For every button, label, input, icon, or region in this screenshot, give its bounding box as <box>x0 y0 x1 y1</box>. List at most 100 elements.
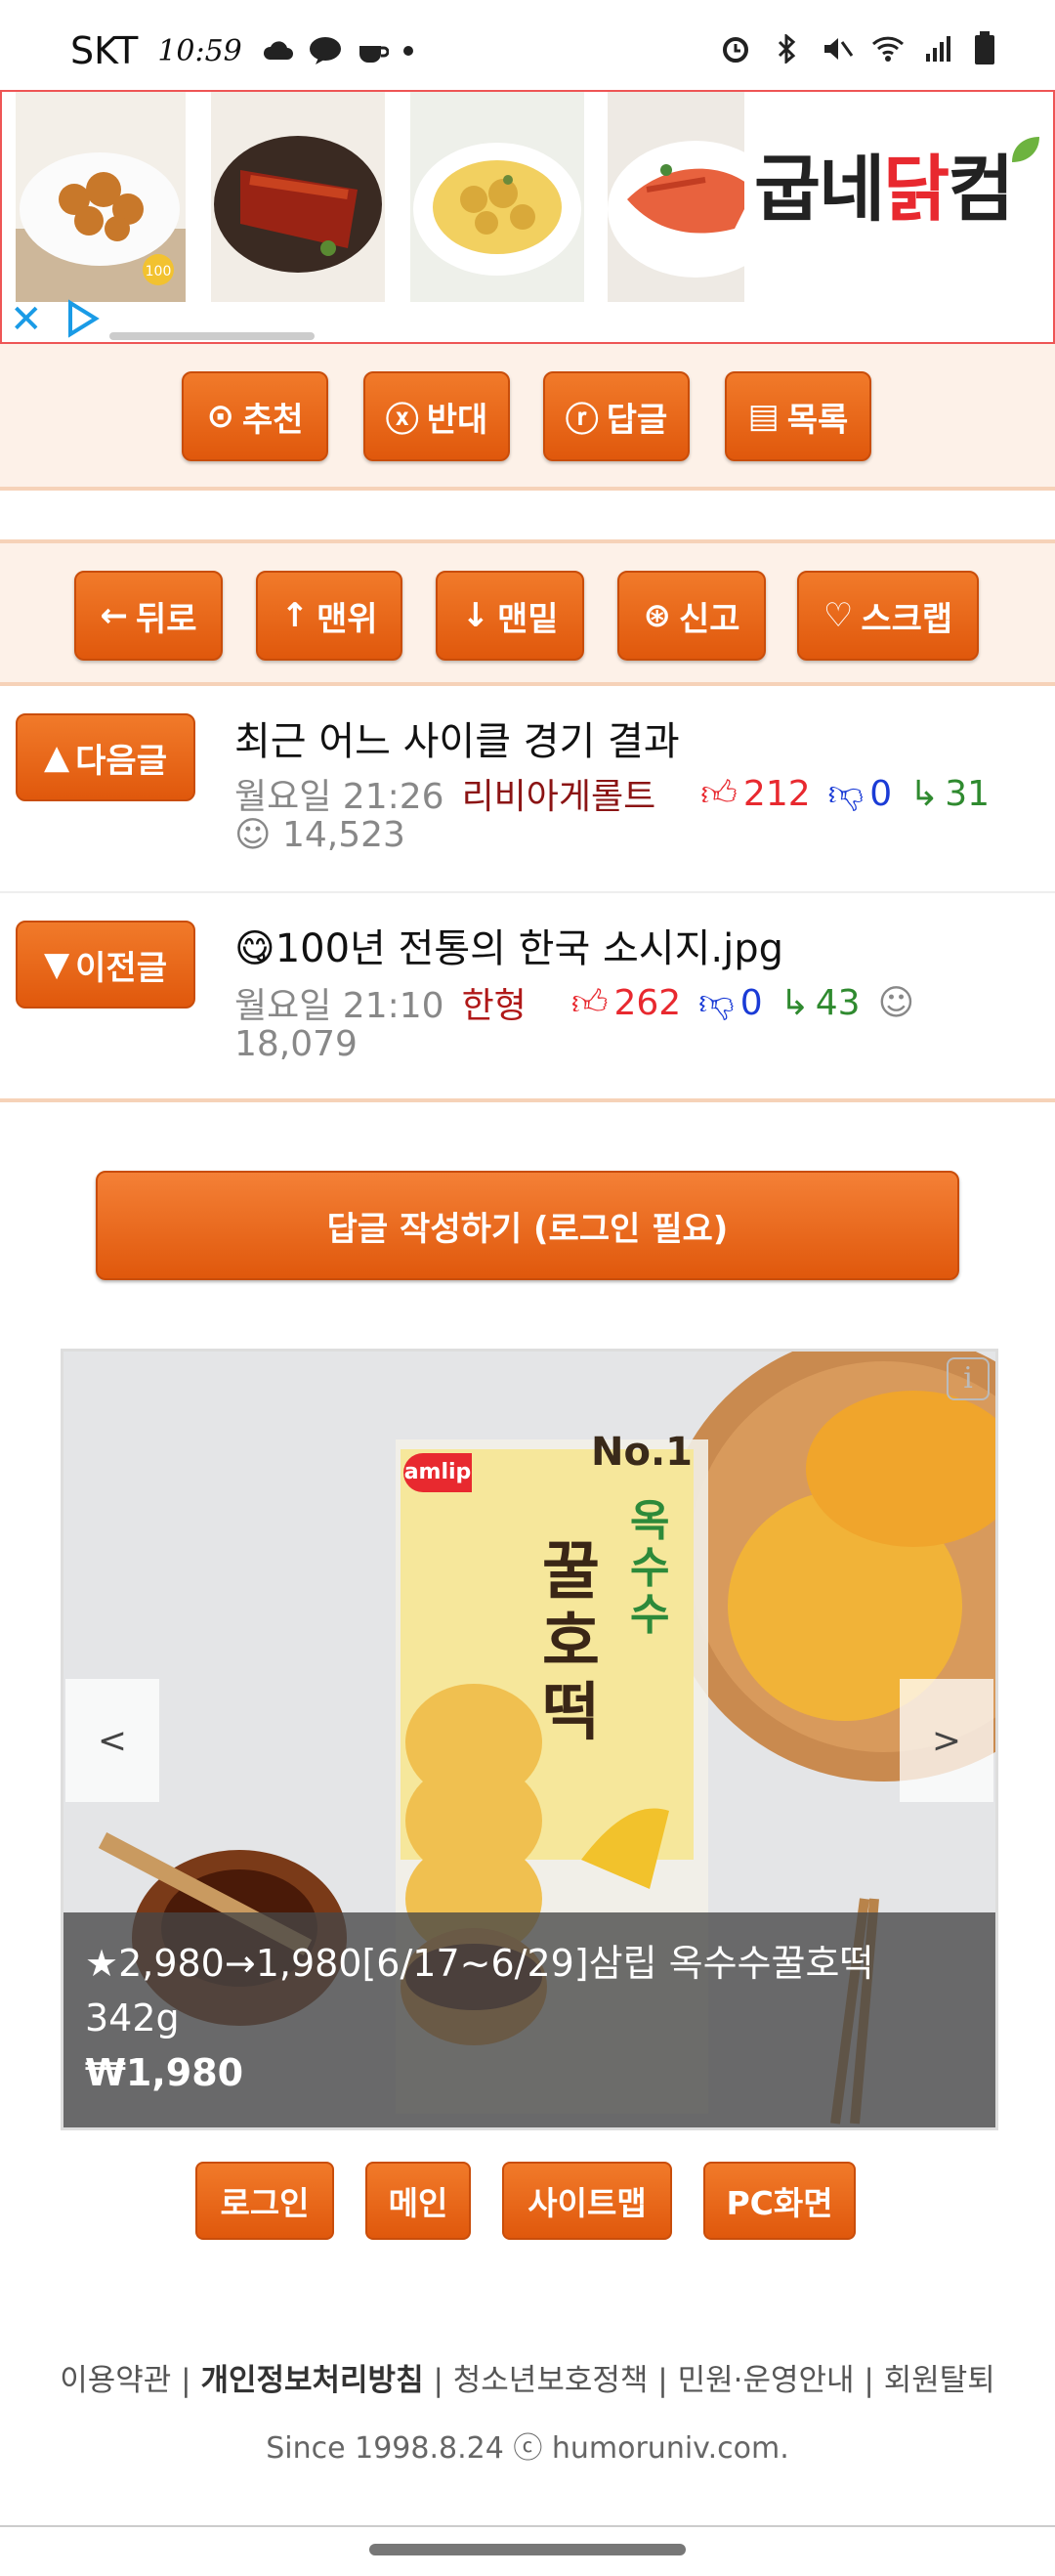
prev-post-title-wrap[interactable]: 😋100년 전통의 한국 소시지.jpg <box>234 917 783 973</box>
clock: 10:59 <box>157 33 242 68</box>
back-label: 뒤로 <box>135 599 197 639</box>
arrow-down-icon: ↓ <box>461 596 489 635</box>
thumbs-down-icon: 👎︎ <box>698 983 735 1023</box>
privacy-link[interactable]: 개인정보처리방침 <box>200 2363 423 2398</box>
carousel-next-button[interactable]: > <box>900 1679 993 1802</box>
nav-action-bar: ← 뒤로 ↑ 맨위 ↓ 맨밑 ⊛ 신고 ♡ 스크랩 <box>0 539 1055 686</box>
prev-post-button[interactable]: ▼ 이전글 <box>16 921 195 1009</box>
oppose-button[interactable]: ⓧ 반대 <box>363 371 510 461</box>
next-post-row[interactable]: ▲ 다음글 최근 어느 사이클 경기 결과 월요일 21:26 리비아게롤트 👍… <box>0 690 1055 893</box>
reply-count: 31 <box>945 773 991 814</box>
next-post-views: ☺ 14,523 <box>234 815 405 855</box>
post-time: 월요일 21:10 <box>234 986 444 1026</box>
reply-button[interactable]: ⓡ 답글 <box>543 371 690 461</box>
battery-icon <box>975 31 994 64</box>
downvote-count: 0 <box>869 773 893 814</box>
package-name-small: 옥수수 <box>630 1496 670 1640</box>
ad-close-icon[interactable]: ✕ <box>10 297 43 342</box>
next-post-title[interactable]: 최근 어느 사이클 경기 결과 <box>234 709 680 766</box>
product-info-overlay[interactable]: ★2,980→1,980[6/17~6/29]삼립 옥수수꿀호떡 342g ₩1… <box>63 1912 995 2127</box>
withdraw-link[interactable]: 회원탈퇴 <box>884 2363 995 2398</box>
main-button[interactable]: 메인 <box>365 2162 471 2240</box>
carousel-prev-button[interactable]: < <box>65 1679 159 1802</box>
heart-icon: ♡ <box>823 596 854 635</box>
product-title[interactable]: ★2,980→1,980[6/17~6/29]삼립 옥수수꿀호떡 342g <box>85 1936 974 2045</box>
reply-count: 43 <box>815 982 861 1023</box>
youth-policy-link[interactable]: 청소년보호정책 <box>453 2363 649 2398</box>
dot-icon <box>402 46 413 56</box>
sitemap-button[interactable]: 사이트맵 <box>502 2162 672 2240</box>
prev-post-views: 18,079 <box>234 1024 358 1064</box>
smiley-icon: ☺ <box>877 982 915 1023</box>
signal-icon <box>926 36 950 62</box>
post-time: 월요일 21:26 <box>234 777 444 817</box>
ad-brand-logo[interactable]: 굽네닭컴 <box>754 131 1014 236</box>
reply-label: 답글 <box>606 400 668 440</box>
post-action-bar: ⊙ 추천 ⓧ 반대 ⓡ 답글 ▤ 목록 <box>0 344 1055 491</box>
report-button[interactable]: ⊛ 신고 <box>617 571 766 661</box>
post-author[interactable]: 한형 <box>462 977 527 1028</box>
cloud-icon <box>263 41 293 60</box>
upvote-count: 262 <box>613 982 682 1023</box>
report-icon: ⊛ <box>643 596 671 635</box>
circle-r-icon: ⓡ <box>565 400 599 440</box>
post-author[interactable]: 리비아게롤트 <box>462 768 656 819</box>
recommend-label: 추천 <box>241 400 304 440</box>
login-button[interactable]: 로그인 <box>195 2162 334 2240</box>
prev-post-title: 100년 전통의 한국 소시지.jpg <box>274 926 784 971</box>
ad-scrollbar[interactable] <box>109 332 315 340</box>
scroll-bottom-button[interactable]: ↓ 맨밑 <box>436 571 584 661</box>
package-brand: amlip <box>403 1453 472 1492</box>
adchoices-icon[interactable] <box>63 299 102 338</box>
terms-link[interactable]: 이용약관 <box>60 2363 171 2398</box>
scrap-button[interactable]: ♡ 스크랩 <box>797 571 979 661</box>
ad-image-chicken-mayo[interactable] <box>410 92 584 302</box>
back-button[interactable]: ← 뒤로 <box>74 571 223 661</box>
product-ad[interactable]: amlip No.1 옥수수 꿀호떡 i < > ★2,980→1,980[6/… <box>61 1349 998 2130</box>
report-label: 신고 <box>678 599 740 639</box>
reply-arrow-icon: ↳ <box>780 982 810 1023</box>
ad-image-chicken[interactable]: 100 <box>16 92 186 302</box>
ad-badge: 100 <box>146 264 172 279</box>
scroll-bottom-label: 맨밑 <box>496 599 559 639</box>
pc-view-button[interactable]: PC화면 <box>703 2162 856 2240</box>
scroll-top-button[interactable]: ↑ 맨위 <box>256 571 402 661</box>
ad-image-ribs[interactable] <box>211 92 385 302</box>
home-indicator[interactable] <box>369 2544 686 2555</box>
arrow-left-icon: ← <box>100 596 128 635</box>
alarm-icon <box>723 37 748 63</box>
status-bar: SKT 10:59 <box>0 0 1055 90</box>
triangle-down-icon: ▼ <box>44 945 70 984</box>
prev-post-row[interactable]: ▼ 이전글 😋100년 전통의 한국 소시지.jpg 월요일 21:10 한형 … <box>0 893 1055 1102</box>
reply-arrow-icon: ↳ <box>909 773 940 814</box>
carrier-label: SKT <box>70 29 139 72</box>
view-count: 14,523 <box>281 815 405 855</box>
footer-links: 이용약관 | 개인정보처리방침 | 청소년보호정책 | 민원·운영안내 | 회원… <box>60 2363 995 2398</box>
ad-image-salmon[interactable] <box>608 92 744 302</box>
footer-divider <box>0 2525 1055 2527</box>
next-post-button[interactable]: ▲ 다음글 <box>16 713 195 801</box>
circle-dot-icon: ⊙ <box>206 397 234 436</box>
next-post-meta: 월요일 21:26 리비아게롤트 👍︎ 212 👎︎ 0 ↳ 31 <box>234 768 990 819</box>
emoji-icon: 😋 <box>234 926 275 971</box>
ad-info-icon[interactable]: i <box>947 1357 990 1400</box>
next-post-label: 다음글 <box>75 741 167 781</box>
talk-icon <box>309 37 341 64</box>
scrap-label: 스크랩 <box>861 599 953 639</box>
list-button[interactable]: ▤ 목록 <box>725 371 871 461</box>
smiley-icon: ☺ <box>234 815 272 855</box>
circle-x-icon: ⓧ <box>385 400 419 440</box>
upvote-count: 212 <box>742 773 811 814</box>
scroll-top-label: 맨위 <box>316 599 378 639</box>
list-icon: ▤ <box>747 397 780 436</box>
thumbs-up-icon: 👍︎ <box>700 774 738 814</box>
prev-post-label: 이전글 <box>75 948 167 988</box>
recommend-button[interactable]: ⊙ 추천 <box>182 371 328 461</box>
ad-banner[interactable]: 100 굽네닭컴 ✕ <box>0 90 1055 344</box>
guide-link[interactable]: 민원·운영안내 <box>678 2363 855 2398</box>
package-name-big: 꿀호떡 <box>542 1536 600 1749</box>
write-reply-button[interactable]: 답글 작성하기 (로그인 필요) <box>96 1171 959 1280</box>
coffee-icon <box>359 46 389 63</box>
mute-icon <box>824 38 854 60</box>
package-badge: No.1 <box>591 1430 693 1475</box>
